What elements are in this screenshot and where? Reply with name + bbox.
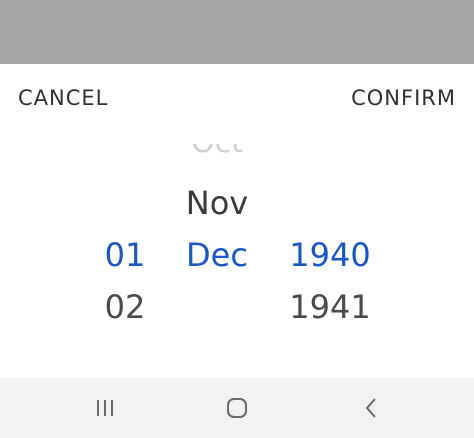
- year-wheel[interactable]: 1940 1941: [282, 64, 378, 378]
- month-selected[interactable]: Dec: [172, 236, 262, 274]
- recent-apps-button[interactable]: [91, 395, 119, 421]
- home-button[interactable]: [223, 395, 251, 421]
- month-option-previous[interactable]: Nov: [172, 184, 262, 222]
- month-option-faded[interactable]: Oct: [172, 144, 262, 166]
- back-button[interactable]: [357, 395, 385, 421]
- system-nav-bar: [0, 378, 474, 438]
- recent-apps-icon: [97, 400, 113, 416]
- home-icon: [227, 398, 247, 418]
- back-icon: [365, 398, 376, 418]
- year-selected[interactable]: 1940: [282, 236, 378, 274]
- day-wheel[interactable]: 01 02: [94, 64, 156, 378]
- day-selected[interactable]: 01: [94, 236, 156, 274]
- date-picker-sheet: CANCEL CONFIRM 01 02 Oct Nov Dec 1940 19…: [0, 64, 474, 378]
- year-option-next[interactable]: 1941: [282, 288, 378, 326]
- dimmed-background[interactable]: [0, 0, 474, 64]
- month-option-faded-label: Oct: [191, 144, 243, 160]
- month-wheel[interactable]: Oct Nov Dec: [172, 64, 262, 378]
- day-option-next[interactable]: 02: [94, 288, 156, 326]
